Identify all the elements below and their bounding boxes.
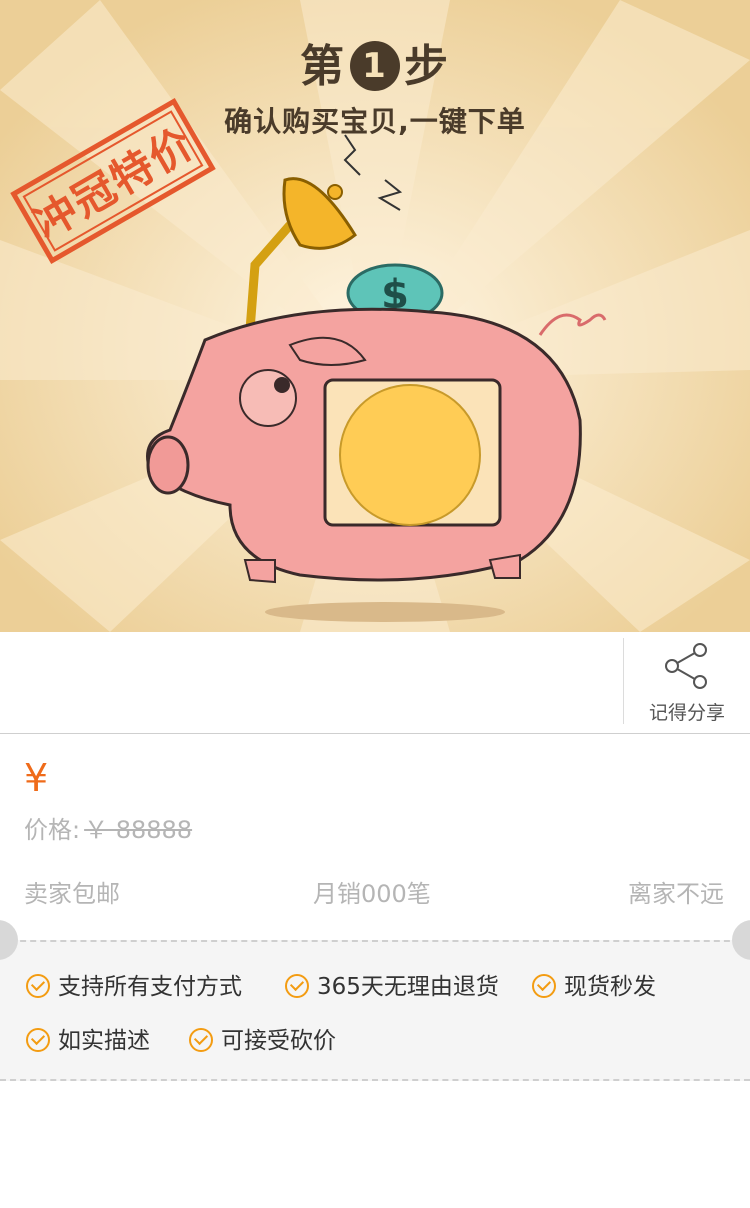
- feature-label: 如实描述: [58, 1028, 150, 1054]
- monthly-sales: 月销000笔: [313, 880, 431, 908]
- pig-shadow: [265, 602, 505, 622]
- step-suffix: 步: [404, 41, 450, 92]
- share-row: 记得分享: [0, 632, 750, 734]
- sunburst-background: $: [0, 0, 750, 632]
- step-prefix: 第: [300, 41, 346, 92]
- check-circle-icon: [532, 974, 556, 998]
- feature-item: 支持所有支付方式: [26, 967, 242, 1001]
- feature-label: 可接受砍价: [221, 1028, 336, 1054]
- service-features: [0, 940, 750, 1081]
- feature-item: 365天无理由退货: [285, 967, 499, 1001]
- feature-label: 现货秒发: [564, 974, 656, 1000]
- price-label: 价格:: [24, 816, 81, 844]
- share-label: 记得分享: [648, 702, 725, 724]
- feature-item: 可接受砍价: [189, 1021, 336, 1055]
- price-currency: ¥: [24, 756, 49, 800]
- step-title: 第1步: [0, 30, 750, 94]
- check-circle-icon: [189, 1028, 213, 1052]
- shipping-info: 卖家包邮: [24, 880, 120, 908]
- distance-info: 离家不远: [628, 880, 724, 908]
- share-button[interactable]: 记得分享: [624, 632, 750, 732]
- check-circle-icon: [285, 974, 309, 998]
- check-circle-icon: [26, 974, 50, 998]
- price-row: 价格: ￥ 88888: [24, 810, 192, 845]
- feature-label: 支持所有支付方式: [58, 974, 242, 1000]
- share-icon: [665, 643, 707, 689]
- feature-item: 如实描述: [26, 1021, 150, 1055]
- step-number-badge: 1: [350, 41, 400, 91]
- hero-banner: $ 第1步 确认购买宝贝,一键下单 冲冠特价: [0, 0, 750, 632]
- original-price: ￥ 88888: [84, 816, 193, 844]
- check-circle-icon: [26, 1028, 50, 1052]
- feature-item: 现货秒发: [532, 967, 656, 1001]
- feature-label: 365天无理由退货: [317, 974, 499, 1000]
